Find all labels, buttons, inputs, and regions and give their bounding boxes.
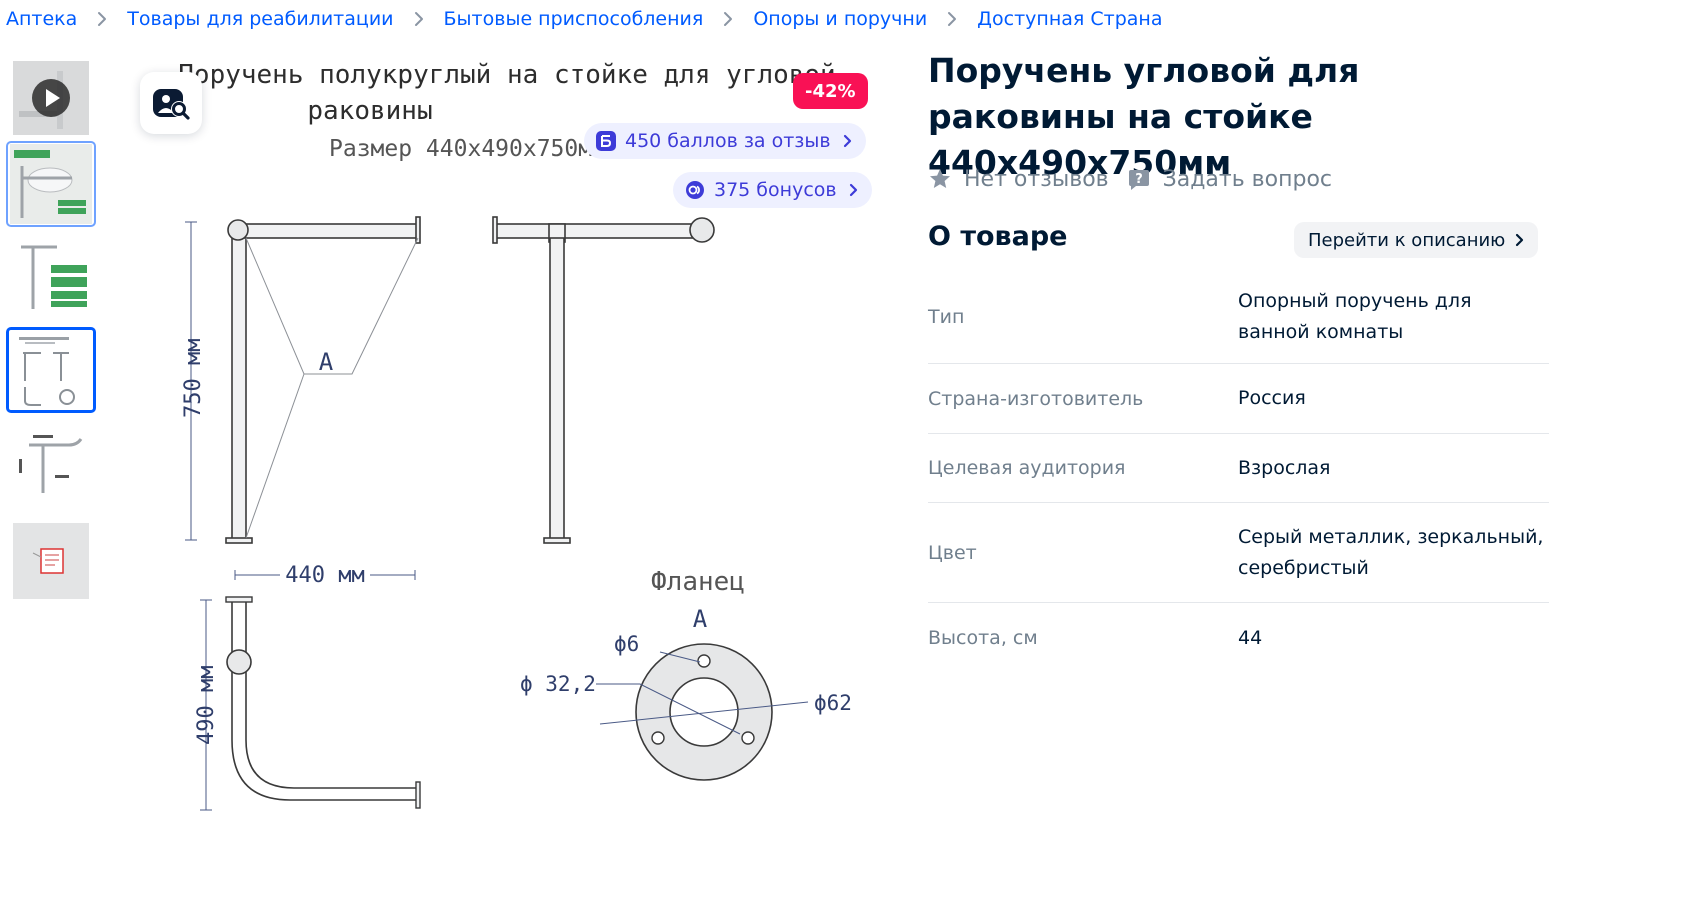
spec-row: Тип Опорный поручень для ванной комнаты xyxy=(928,270,1549,364)
thumbnail-video[interactable] xyxy=(6,55,96,141)
certificate-thumbnail-image xyxy=(13,523,89,599)
breadcrumb-link-brand[interactable]: Доступная Страна xyxy=(977,8,1162,30)
chevron-right-icon xyxy=(849,183,858,197)
star-icon xyxy=(928,167,952,191)
bonus-pill[interactable]: 375 бонусов xyxy=(673,172,872,208)
spec-value: 44 xyxy=(1238,626,1263,649)
drawing-heading-line1: Поручень полукруглый на стойке для углов… xyxy=(178,60,835,90)
discount-badge: -42% xyxy=(793,73,868,109)
drawing-dim-750: 750 мм xyxy=(181,339,206,418)
drawing-size-line: Размер 440х490х750мм xyxy=(329,136,606,162)
chevron-right-icon xyxy=(723,11,733,27)
thumbnail-certificate[interactable] xyxy=(6,518,96,604)
spec-row: Цвет Серый металлик, зеркальный, серебри… xyxy=(928,503,1549,603)
breadcrumb-link-handrails[interactable]: Опоры и поручни xyxy=(753,8,927,30)
review-points-pill[interactable]: 450 баллов за отзыв xyxy=(584,123,866,159)
thumbnail-drawing[interactable] xyxy=(6,327,96,413)
points-icon xyxy=(596,131,616,151)
bonus-icon xyxy=(685,180,705,200)
spec-value: Опорный поручень для ванной комнаты xyxy=(1238,289,1472,343)
spec-value: Серый металлик, зеркальный, серебристый xyxy=(1238,525,1544,579)
thumbnail-sink-photo[interactable] xyxy=(6,141,96,227)
ask-question-label: Задать вопрос xyxy=(1162,166,1333,192)
reviews-link[interactable]: Нет отзывов xyxy=(928,167,1109,192)
video-thumbnail-image xyxy=(13,61,89,135)
question-chat-icon: ? xyxy=(1127,167,1151,191)
spec-row: Целевая аудитория Взрослая xyxy=(928,434,1549,503)
chevron-right-icon xyxy=(414,11,424,27)
about-title: О товаре xyxy=(928,221,1068,252)
chevron-right-icon xyxy=(843,134,852,148)
reviews-label: Нет отзывов xyxy=(964,166,1109,192)
spec-row: Высота, см 44 xyxy=(928,603,1549,673)
image-search-button[interactable] xyxy=(140,72,202,134)
drawing-dim-490: 490 мм xyxy=(194,666,219,745)
dimensions-thumbnail-image xyxy=(11,429,91,499)
sink-thumbnail-image xyxy=(10,144,92,224)
drawing-label-a: А xyxy=(319,348,334,376)
spec-key: Целевая аудитория xyxy=(928,457,1126,479)
drawing-dim-d62: ϕ62 xyxy=(814,691,852,715)
chevron-right-icon xyxy=(97,11,107,27)
thumbnail-dimensions[interactable] xyxy=(6,421,96,507)
breadcrumb-link-pharmacy[interactable]: Аптека xyxy=(6,8,77,30)
spec-key: Цвет xyxy=(928,541,977,564)
spec-key: Высота, см xyxy=(928,627,1038,649)
goto-description-button[interactable]: Перейти к описанию xyxy=(1294,222,1539,258)
breadcrumb: Аптека Товары для реабилитации Бытовые п… xyxy=(6,6,1162,32)
ask-question-link[interactable]: ? Задать вопрос xyxy=(1127,167,1332,192)
svg-text:?: ? xyxy=(1135,172,1143,187)
spec-value: Россия xyxy=(1238,387,1306,409)
spec-key: Страна-изготовитель xyxy=(928,387,1144,410)
drawing-dim-d6: ϕ6 xyxy=(614,632,639,656)
thumbnail-scheme-green[interactable] xyxy=(6,233,96,319)
chevron-right-icon xyxy=(947,11,957,27)
review-points-label: 450 баллов за отзыв xyxy=(625,130,831,152)
breadcrumb-link-rehab[interactable]: Товары для реабилитации xyxy=(127,8,393,30)
drawing-thumbnail-image xyxy=(11,331,91,409)
breadcrumb-link-household[interactable]: Бытовые приспособления xyxy=(444,8,704,30)
goto-description-label: Перейти к описанию xyxy=(1308,229,1506,251)
product-meta: Нет отзывов ? Задать вопрос xyxy=(928,162,1332,196)
scheme-thumbnail-image xyxy=(11,239,91,313)
spec-key: Тип xyxy=(928,305,965,328)
camera-search-icon xyxy=(153,89,190,120)
bonus-label: 375 бонусов xyxy=(714,179,837,201)
specs-table: Тип Опорный поручень для ванной комнаты … xyxy=(928,270,1549,673)
chevron-right-icon xyxy=(1515,233,1524,247)
drawing-flange-label: А xyxy=(693,605,708,633)
drawing-flange-title: Фланец xyxy=(651,567,745,597)
drawing-dim-440: 440 мм xyxy=(285,563,364,588)
spec-value: Взрослая xyxy=(1238,456,1331,479)
drawing-dim-d32: ϕ 32,2 xyxy=(520,672,596,696)
drawing-heading-line2: раковины xyxy=(307,96,432,126)
spec-row: Страна-изготовитель Россия xyxy=(928,364,1549,434)
